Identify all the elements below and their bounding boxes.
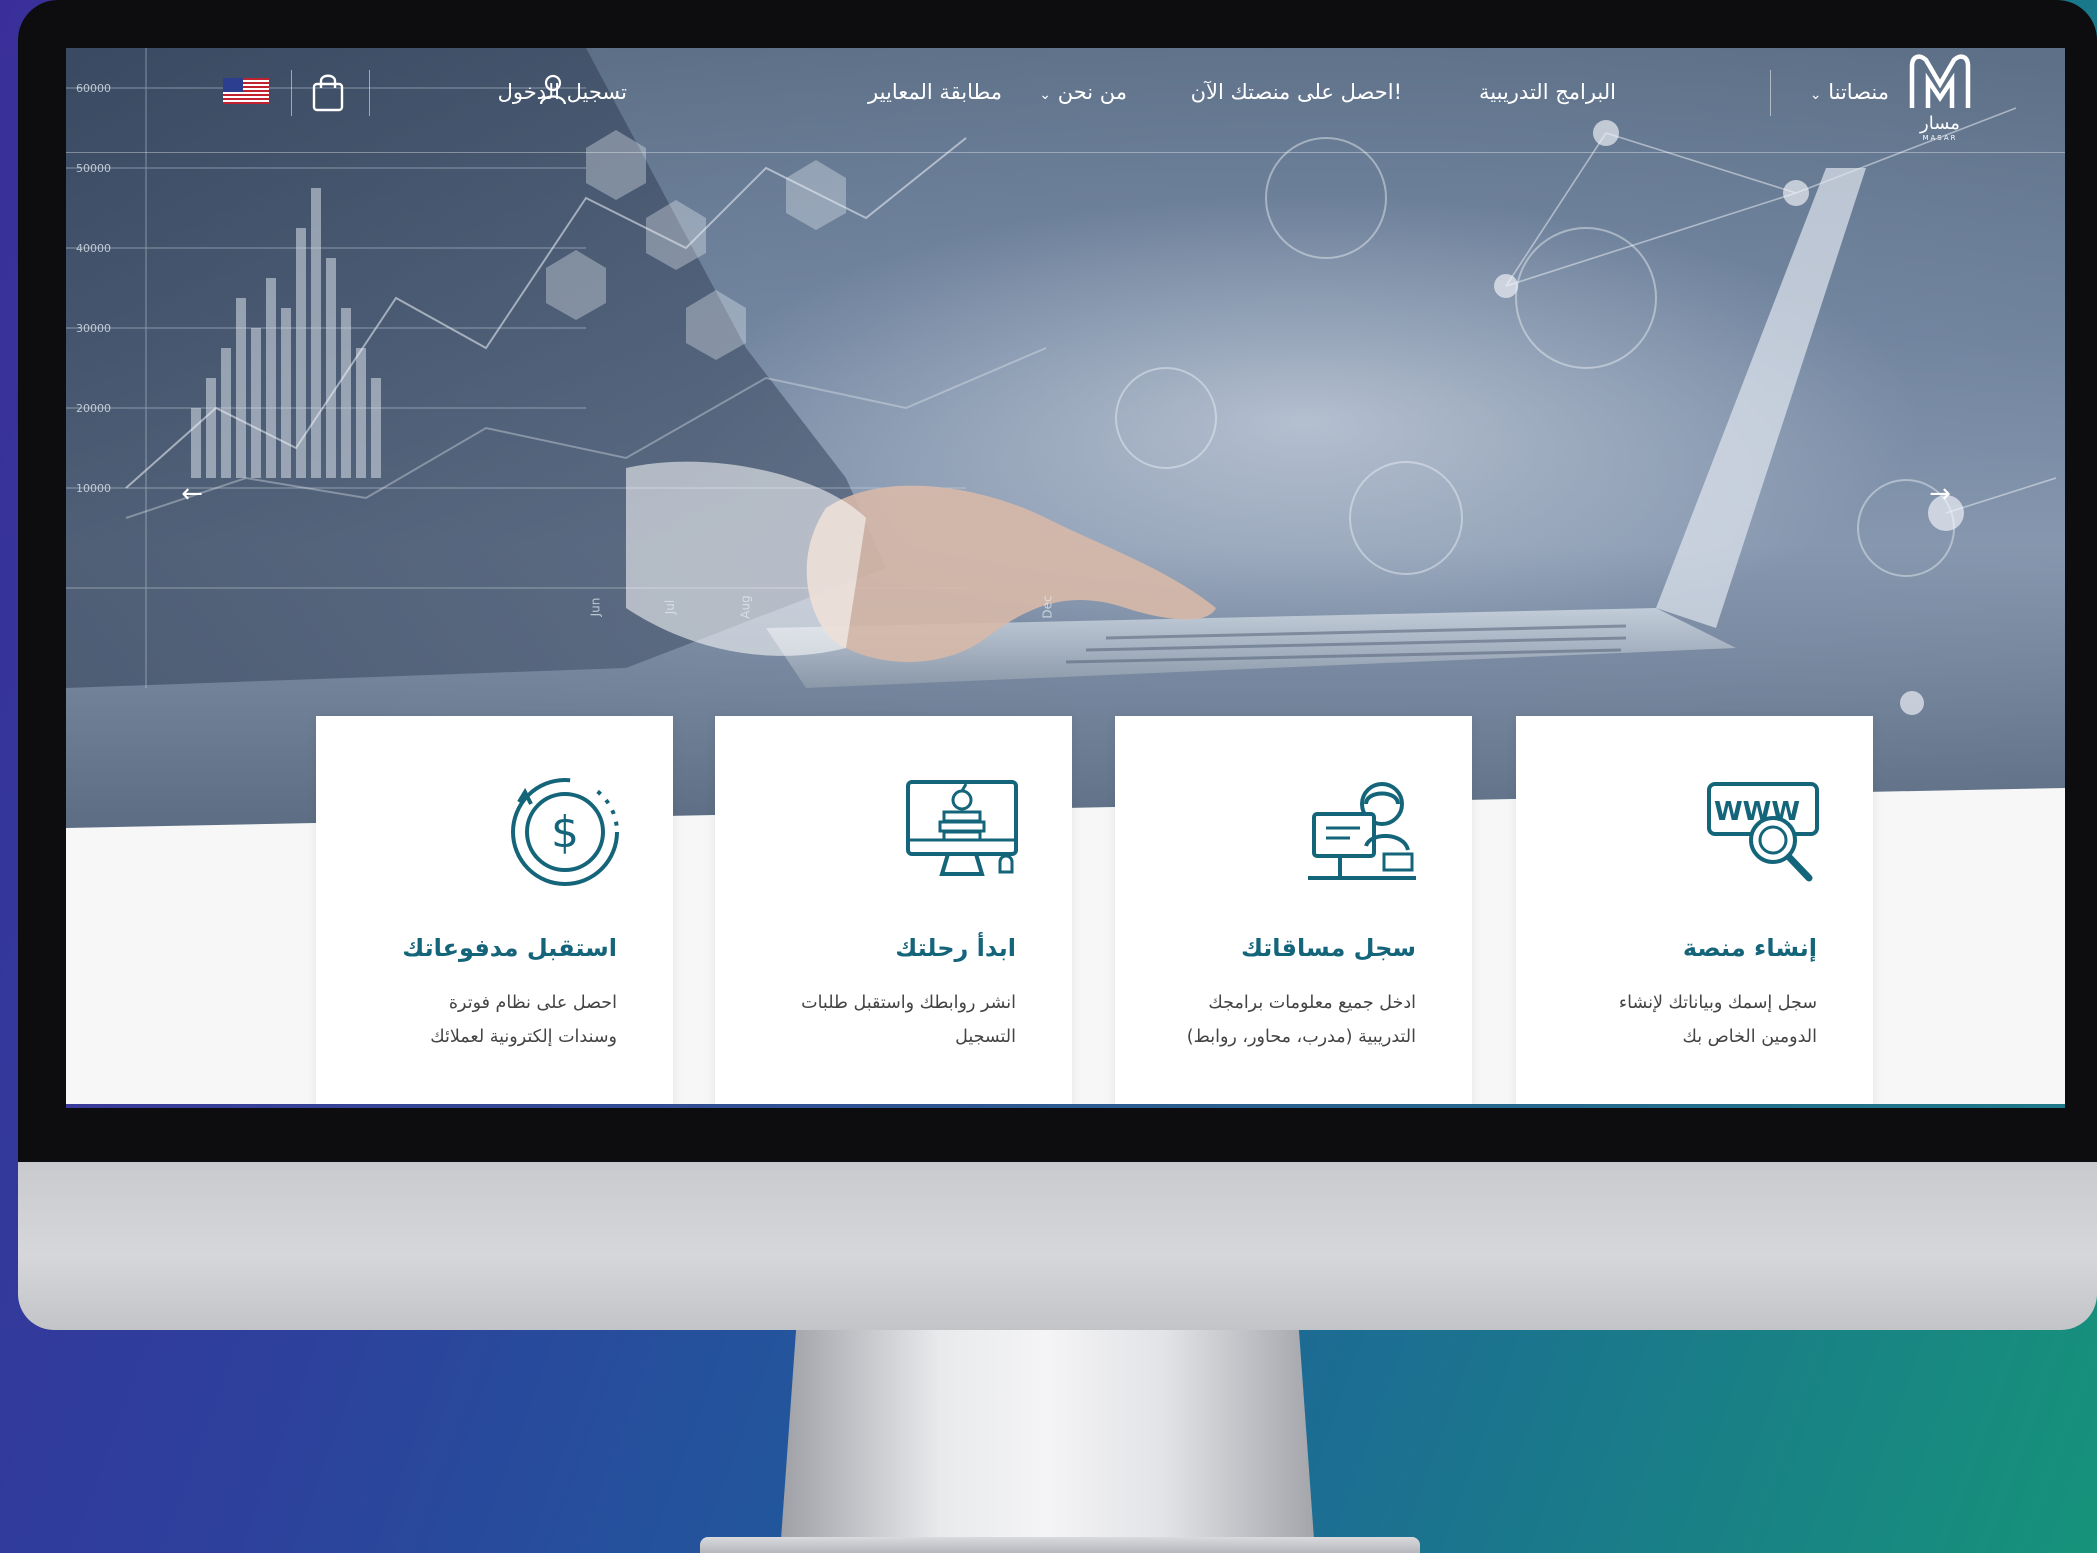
card-description-line: سجل إسمك وبياناتك لإنشاء: [1618, 993, 1817, 1013]
website-screen: 60000 50000 40000 30000 20000 10000 Jun …: [66, 48, 2065, 1108]
nav-item-label: من نحن: [1057, 80, 1127, 104]
nav-divider: [1770, 70, 1771, 116]
card-description: سجل إسمك وبياناتك لإنشاء الدومين الخاص ب…: [1546, 986, 1817, 1054]
logo-subtext: MASAR: [1922, 134, 1957, 142]
card-title: ابدأ رحلتك: [895, 934, 1016, 962]
svg-text:$: $: [551, 807, 579, 858]
card-description: ادخل جميع معلومات برامجك التدريبية (مدرب…: [1145, 986, 1416, 1054]
nav-item-get-platform[interactable]: احصل على منصتك الآن!: [1191, 72, 1402, 112]
feature-card-receive-payments[interactable]: $ استقبل مدفوعاتك احصل على نظام فوترة وس…: [316, 716, 673, 1108]
trainer-computer-icon: [1308, 782, 1416, 880]
chevron-down-icon: ⌄: [1809, 87, 1822, 103]
user-icon: [539, 74, 567, 105]
dollar-cycle-icon: $: [511, 778, 619, 886]
feature-card-register-courses[interactable]: سجل مساقاتك ادخل جميع معلومات برامجك الت…: [1115, 716, 1472, 1108]
card-description: احصل على نظام فوترة وسندات إلكترونية لعم…: [346, 986, 617, 1054]
screen-bottom-accent: [66, 1104, 2065, 1108]
logo-text: مسار: [1919, 113, 1960, 134]
card-description-line: التسجيل: [955, 1027, 1016, 1047]
monitor-chin: [18, 1162, 2097, 1330]
card-title: إنشاء منصة: [1682, 934, 1817, 962]
nav-item-our-platforms[interactable]: ⌄ منصاتنا: [1802, 72, 1889, 112]
nav-item-label: احصل على منصتك الآن!: [1190, 80, 1402, 104]
feature-card-create-platform[interactable]: WWW إنشاء منصة سجل إسمك وبياناتك لإنشاء …: [1516, 716, 1873, 1108]
nav-divider: [369, 70, 370, 116]
card-description-line: انشر روابطك واستقبل طلبات: [801, 993, 1016, 1013]
www-search-icon: WWW: [1707, 782, 1819, 882]
masar-logo[interactable]: مسار MASAR: [1904, 50, 1976, 142]
chevron-down-icon: ⌄: [1039, 87, 1052, 103]
card-description-line: ادخل جميع معلومات برامجك: [1208, 993, 1416, 1013]
monitor-stand-base: [700, 1537, 1420, 1553]
nav-item-label: منصاتنا: [1828, 80, 1889, 104]
card-title: استقبل مدفوعاتك: [402, 934, 617, 962]
card-description-line: الدومين الخاص بك: [1682, 1027, 1817, 1047]
card-description-line: احصل على نظام فوترة: [448, 993, 617, 1013]
nav-item-training-programs[interactable]: البرامج التدريبية: [1479, 72, 1616, 112]
monitor-stand: [780, 1330, 1315, 1553]
card-description-line: التدريبية (مدرب، محاور، روابط): [1186, 1027, 1416, 1047]
top-navigation: مسار MASAR ⌄ منصاتنا البرامج التدريبية ا…: [66, 48, 2065, 153]
feature-card-start-journey[interactable]: ابدأ رحلتك انشر روابطك واستقبل طلبات الت…: [715, 716, 1072, 1108]
nav-item-label: البرامج التدريبية: [1479, 80, 1616, 104]
nav-item-standards-compliance[interactable]: مطابقة المعايير: [868, 72, 1002, 112]
card-description-line: وسندات إلكترونية لعملائك: [430, 1027, 617, 1047]
card-description: انشر روابطك واستقبل طلبات التسجيل: [745, 986, 1016, 1054]
nav-item-label: مطابقة المعايير: [868, 80, 1002, 104]
shopping-bag-icon[interactable]: [310, 72, 346, 112]
nav-divider: [291, 70, 292, 116]
monitor-books-icon: [906, 780, 1018, 876]
us-flag-icon[interactable]: [223, 78, 269, 104]
nav-item-about-us[interactable]: ⌄ من نحن: [1031, 72, 1127, 112]
card-title: سجل مساقاتك: [1240, 934, 1416, 962]
